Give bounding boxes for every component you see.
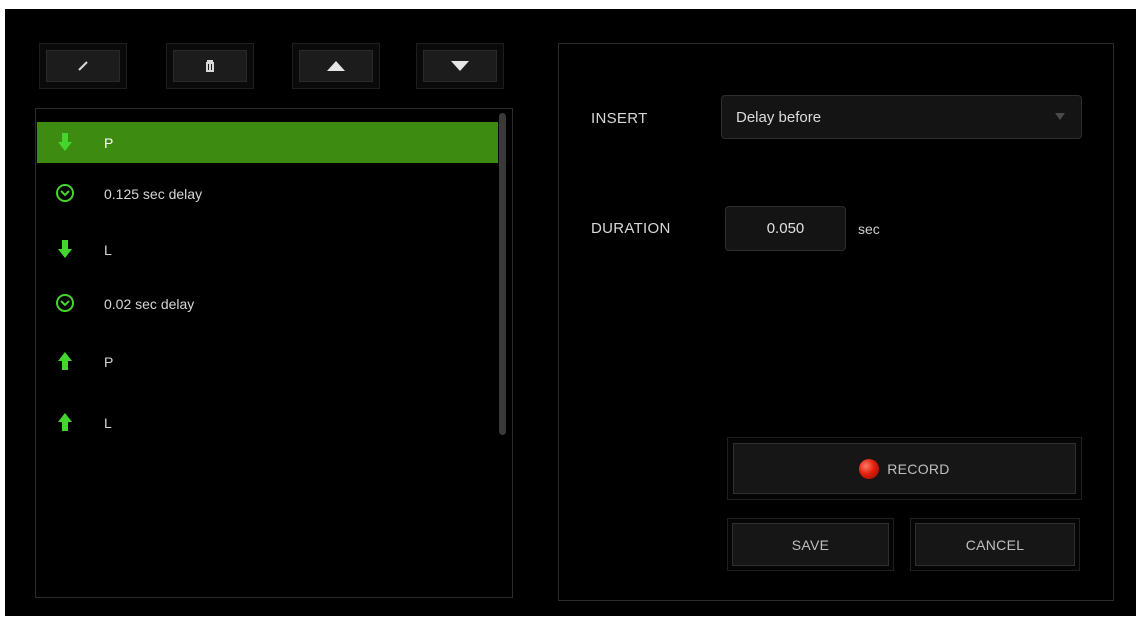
cancel-button-face: CANCEL	[915, 523, 1075, 566]
duration-value: 0.050	[766, 220, 805, 237]
list-item[interactable]: L	[37, 402, 498, 443]
save-label: SAVE	[791, 536, 830, 553]
list-item[interactable]: P	[37, 341, 498, 382]
arrow-down-icon	[58, 240, 72, 258]
record-button[interactable]: RECORD	[727, 437, 1082, 500]
record-label: RECORD	[887, 460, 950, 477]
list-item-label: L	[104, 414, 112, 431]
chevron-down-icon	[1055, 113, 1065, 120]
delete-button[interactable]	[166, 43, 254, 89]
save-button[interactable]: SAVE	[727, 518, 894, 571]
list-item[interactable]: 0.02 sec delay	[37, 283, 498, 324]
list-item[interactable]: L	[37, 229, 498, 270]
record-dot-icon	[859, 458, 880, 479]
insert-label: INSERT	[591, 110, 648, 127]
arrow-up-icon	[58, 352, 72, 370]
move-down-button-face	[423, 50, 497, 82]
record-button-face: RECORD	[733, 443, 1076, 494]
list-item-label: L	[104, 241, 112, 258]
move-down-button[interactable]	[416, 43, 504, 89]
list-item-label: 0.125 sec delay	[104, 185, 203, 202]
triangle-up-icon	[327, 61, 345, 71]
edit-button[interactable]	[39, 43, 127, 89]
triangle-down-icon	[451, 61, 469, 71]
delete-button-face	[173, 50, 247, 82]
list-scrollbar[interactable]	[499, 113, 506, 435]
cancel-button[interactable]: CANCEL	[910, 518, 1080, 571]
edit-button-face	[46, 50, 120, 82]
duration-label: DURATION	[591, 220, 671, 237]
clock-icon	[56, 294, 74, 312]
arrow-up-icon	[58, 413, 72, 431]
list-item-label: P	[104, 134, 114, 151]
insert-dropdown-value: Delay before	[736, 108, 822, 126]
move-up-button-face	[299, 50, 373, 82]
duration-field[interactable]: 0.050	[725, 206, 846, 251]
cancel-label: CANCEL	[965, 536, 1025, 553]
arrow-down-icon	[58, 133, 72, 151]
duration-unit: sec	[858, 221, 880, 237]
list-item[interactable]: P	[37, 122, 498, 163]
move-up-button[interactable]	[292, 43, 380, 89]
pencil-icon	[78, 61, 88, 71]
list-item-label: P	[104, 353, 114, 370]
insert-dropdown[interactable]: Delay before	[721, 95, 1082, 139]
macro-list: P 0.125 sec delay L 0.02 sec delay P L	[35, 108, 513, 598]
list-item-label: 0.02 sec delay	[104, 295, 195, 312]
trash-icon	[206, 60, 214, 72]
clock-icon	[56, 184, 74, 202]
list-item[interactable]: 0.125 sec delay	[37, 173, 498, 214]
save-button-face: SAVE	[732, 523, 889, 566]
